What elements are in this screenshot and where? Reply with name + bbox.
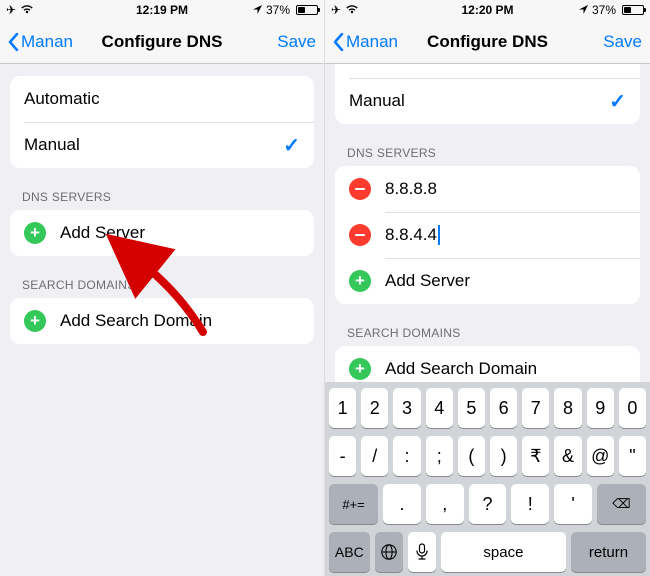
add-server-row[interactable]: + Add Server xyxy=(335,258,640,304)
status-time: 12:20 PM xyxy=(325,3,650,17)
key-5[interactable]: 5 xyxy=(458,388,485,428)
content-area: Automatic Manual ✓ DNS SERVERS + Add Ser… xyxy=(0,64,324,576)
plus-icon: + xyxy=(24,310,46,332)
option-automatic[interactable]: Automatic xyxy=(10,76,314,122)
key-comma[interactable]: , xyxy=(426,484,464,524)
keyboard-row-3: #+= . , ? ! ' ⌫ xyxy=(329,484,646,524)
battery-icon xyxy=(620,5,644,15)
text-cursor xyxy=(438,225,440,245)
search-domains-group: + Add Search Domain xyxy=(10,298,314,344)
add-server-row[interactable]: + Add Server xyxy=(10,210,314,256)
nav-title: Configure DNS xyxy=(0,32,324,52)
key-dash[interactable]: - xyxy=(329,436,356,476)
key-6[interactable]: 6 xyxy=(490,388,517,428)
screenshot-right: ✈︎ 12:20 PM 37% Manan Configur xyxy=(325,0,650,576)
section-header-search: SEARCH DOMAINS xyxy=(22,278,324,292)
keyboard-row-4: ABC space return xyxy=(329,532,646,572)
key-slash[interactable]: / xyxy=(361,436,388,476)
delete-icon[interactable] xyxy=(349,178,371,200)
status-bar: ✈︎ 12:20 PM 37% xyxy=(325,0,650,20)
key-paren-close[interactable]: ) xyxy=(490,436,517,476)
globe-icon xyxy=(380,543,398,561)
mode-group: Automatic Manual ✓ xyxy=(335,64,640,124)
key-0[interactable]: 0 xyxy=(619,388,646,428)
option-label: Automatic xyxy=(24,89,300,109)
keyboard-row-2: - / : ; ( ) ₹ & @ " xyxy=(329,436,646,476)
key-apostrophe[interactable]: ' xyxy=(554,484,592,524)
keyboard-row-1: 1 2 3 4 5 6 7 8 9 0 xyxy=(329,388,646,428)
checkmark-icon: ✓ xyxy=(283,133,300,158)
option-manual[interactable]: Manual ✓ xyxy=(10,122,314,168)
dns-servers-group: + Add Server xyxy=(10,210,314,256)
key-globe[interactable] xyxy=(375,532,403,572)
nav-title: Configure DNS xyxy=(325,32,650,52)
option-manual[interactable]: Manual ✓ xyxy=(335,78,640,124)
key-abc[interactable]: ABC xyxy=(329,532,370,572)
dns-servers-group: 8.8.8.8 8.8.4.4 + Add Server xyxy=(335,166,640,304)
plus-icon: + xyxy=(349,270,371,292)
server-value[interactable]: 8.8.8.8 xyxy=(385,179,626,199)
delete-icon[interactable] xyxy=(349,224,371,246)
option-label: Automatic xyxy=(349,64,626,65)
key-at[interactable]: @ xyxy=(587,436,614,476)
key-semicolon[interactable]: ; xyxy=(426,436,453,476)
key-amp[interactable]: & xyxy=(554,436,581,476)
option-label: Manual xyxy=(24,135,283,155)
key-rupee[interactable]: ₹ xyxy=(522,436,549,476)
keyboard: 1 2 3 4 5 6 7 8 9 0 - / : ; ( ) xyxy=(325,382,650,576)
status-time: 12:19 PM xyxy=(0,3,324,17)
key-backspace[interactable]: ⌫ xyxy=(597,484,646,524)
key-return[interactable]: return xyxy=(571,532,646,572)
key-space[interactable]: space xyxy=(441,532,566,572)
key-8[interactable]: 8 xyxy=(554,388,581,428)
server-value[interactable]: 8.8.4.4 xyxy=(385,225,437,245)
key-colon[interactable]: : xyxy=(393,436,420,476)
key-4[interactable]: 4 xyxy=(426,388,453,428)
key-9[interactable]: 9 xyxy=(587,388,614,428)
mic-icon xyxy=(415,543,429,561)
mode-group: Automatic Manual ✓ xyxy=(10,76,314,168)
key-exclaim[interactable]: ! xyxy=(511,484,549,524)
server-row[interactable]: 8.8.8.8 xyxy=(335,166,640,212)
key-1[interactable]: 1 xyxy=(329,388,356,428)
add-server-label: Add Server xyxy=(60,223,300,243)
server-row[interactable]: 8.8.4.4 xyxy=(335,212,640,258)
key-7[interactable]: 7 xyxy=(522,388,549,428)
option-label: Manual xyxy=(349,91,609,111)
status-bar: ✈︎ 12:19 PM 37% xyxy=(0,0,324,20)
plus-icon: + xyxy=(24,222,46,244)
key-mic[interactable] xyxy=(408,532,436,572)
key-3[interactable]: 3 xyxy=(393,388,420,428)
section-header-dns: DNS SERVERS xyxy=(22,190,324,204)
plus-icon: + xyxy=(349,358,371,380)
key-symbols[interactable]: #+= xyxy=(329,484,378,524)
key-period[interactable]: . xyxy=(383,484,421,524)
key-question[interactable]: ? xyxy=(469,484,507,524)
checkmark-icon: ✓ xyxy=(609,89,626,114)
add-search-label: Add Search Domain xyxy=(385,359,626,379)
add-search-label: Add Search Domain xyxy=(60,311,300,331)
nav-bar: Manan Configure DNS Save xyxy=(0,20,324,64)
add-server-label: Add Server xyxy=(385,271,626,291)
key-paren-open[interactable]: ( xyxy=(458,436,485,476)
add-search-domain-row[interactable]: + Add Search Domain xyxy=(10,298,314,344)
key-2[interactable]: 2 xyxy=(361,388,388,428)
section-header-search: SEARCH DOMAINS xyxy=(347,326,650,340)
content-area: Automatic Manual ✓ DNS SERVERS 8.8.8.8 xyxy=(325,64,650,576)
key-quote[interactable]: " xyxy=(619,436,646,476)
screenshot-left: ✈︎ 12:19 PM 37% Manan Configur xyxy=(0,0,325,576)
section-header-dns: DNS SERVERS xyxy=(347,146,650,160)
option-automatic[interactable]: Automatic xyxy=(335,64,640,78)
battery-icon xyxy=(294,5,318,15)
nav-bar: Manan Configure DNS Save xyxy=(325,20,650,64)
